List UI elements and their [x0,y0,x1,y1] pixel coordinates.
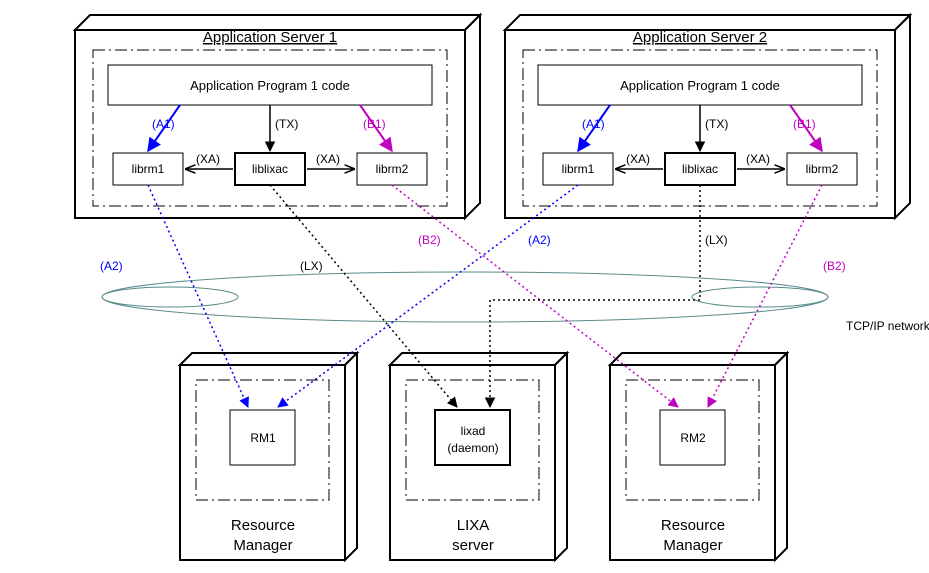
lixa-title1: LIXA [457,517,490,534]
lixa-server: lixad (daemon) LIXA server [390,353,567,560]
label-a2-as2: (A2) [528,233,551,247]
librm2-b: librm2 [806,162,839,176]
label-tx-as2: (TX) [705,117,728,131]
tcpip-label: TCP/IP network [846,319,929,333]
tcpip-cloud-lobe [692,287,828,307]
label-a1-as2: (A1) [582,117,605,131]
label-b2-as2: (B2) [823,259,846,273]
rm1-title1: Resource [231,517,295,534]
label-b1-as1: (B1) [363,117,386,131]
rm2-box: RM2 [680,431,706,445]
resource-manager-2: RM2 Resource Manager [610,353,787,560]
as1-title: Application Server 1 [203,29,337,46]
tcpip-cloud-lobe [102,287,238,307]
label-a2-as1: (A2) [100,259,123,273]
resource-manager-1: RM1 Resource Manager [180,353,357,560]
lixad-box-1: lixad [461,424,486,438]
lixad-box-2: (daemon) [447,441,498,455]
label-xa-as2-1: (XA) [626,152,650,166]
label-xa-as1-2: (XA) [316,152,340,166]
rm2-title1: Resource [661,517,725,534]
librm1-a: librm1 [132,162,165,176]
label-b2-as1: (B2) [418,233,441,247]
rm1-title2: Manager [233,537,292,554]
as2-appcode: Application Program 1 code [620,78,780,93]
architecture-diagram: TCP/IP network Application Server 1 Appl… [0,0,929,573]
app-server-1: Application Server 1 Application Program… [75,15,480,218]
lixa-title2: server [452,537,494,554]
app-server-2: Application Server 2 Application Program… [505,15,910,218]
label-b1-as2: (B1) [793,117,816,131]
rm2-title2: Manager [663,537,722,554]
liblixac-b: liblixac [682,162,718,176]
label-a1-as1: (A1) [152,117,175,131]
librm1-b: librm1 [562,162,595,176]
as2-title: Application Server 2 [633,29,767,46]
label-lx-as1: (LX) [300,259,323,273]
label-xa-as2-2: (XA) [746,152,770,166]
liblixac-a: liblixac [252,162,288,176]
as1-appcode: Application Program 1 code [190,78,350,93]
librm2-a: librm2 [376,162,409,176]
tcpip-cloud [102,272,828,322]
label-lx-as2: (LX) [705,233,728,247]
rm1-box: RM1 [250,431,276,445]
label-xa-as1-1: (XA) [196,152,220,166]
label-tx-as1: (TX) [275,117,298,131]
